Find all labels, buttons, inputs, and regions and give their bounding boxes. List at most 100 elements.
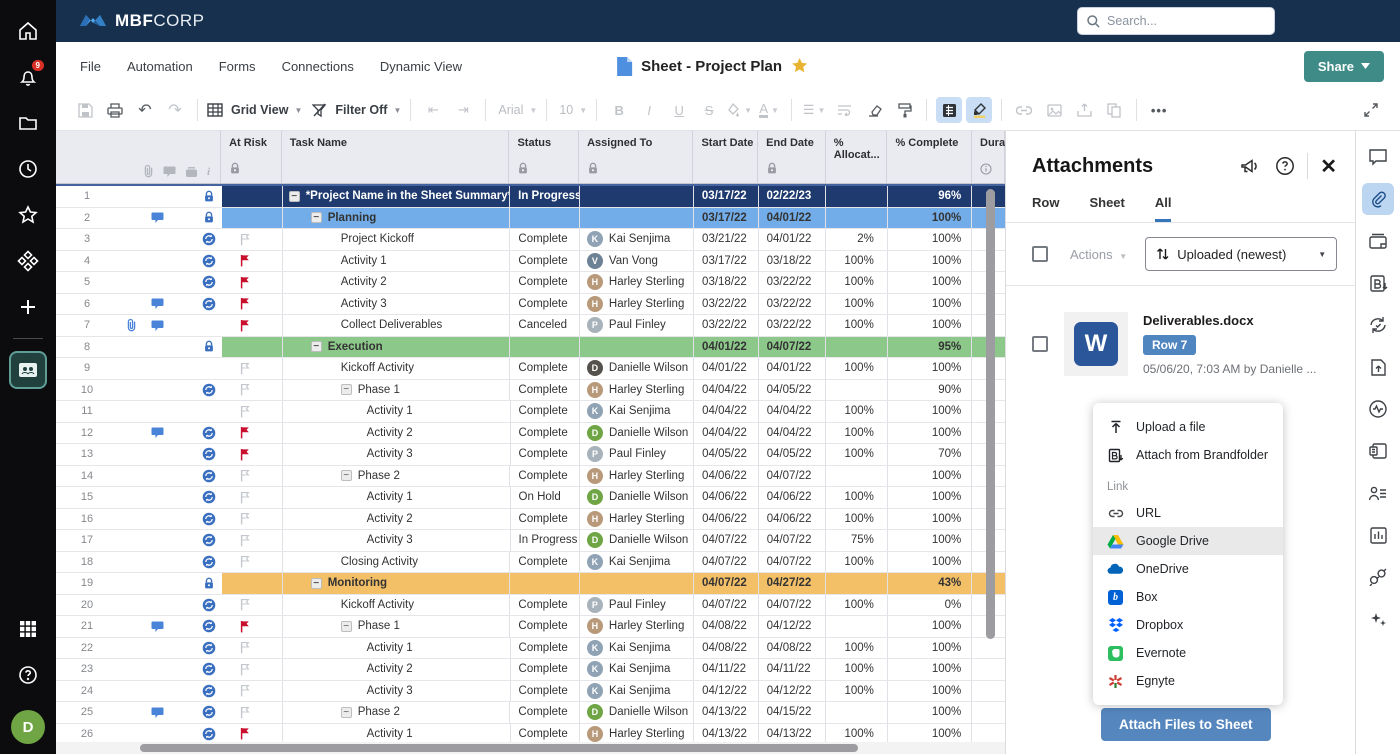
cell-end-date[interactable]: 04/01/22 [759, 208, 827, 229]
cell-percent-complete[interactable]: 100% [888, 509, 972, 530]
table-row[interactable]: 10 −Phase 1 Complete HHarley Sterling 04… [56, 380, 1005, 402]
row-number[interactable]: 15 [56, 491, 118, 503]
table-row[interactable]: 4 Activity 1 Complete VVan Vong 03/17/22… [56, 251, 1005, 273]
cell-task-name[interactable]: Activity 3 [283, 294, 511, 315]
row-number[interactable]: 8 [56, 341, 118, 353]
cell-task-name[interactable]: Activity 3 [283, 681, 511, 702]
home-icon[interactable] [0, 8, 56, 54]
table-row[interactable]: 9 Kickoff Activity Complete DDanielle Wi… [56, 358, 1005, 380]
cell-status[interactable]: In Progress [511, 530, 581, 551]
cell-duration[interactable] [972, 702, 1005, 723]
share-button[interactable]: Share [1304, 51, 1384, 82]
cell-assigned-to[interactable]: HHarley Sterling [580, 466, 694, 487]
cell-at-risk[interactable] [222, 573, 283, 594]
cell-percent-complete[interactable]: 100% [888, 702, 972, 723]
cell-percent-complete[interactable]: 90% [888, 380, 972, 401]
search-input[interactable] [1107, 14, 1257, 28]
save-button[interactable] [72, 97, 98, 123]
table-row[interactable]: 13 Activity 3 Complete PPaul Finley 04/0… [56, 444, 1005, 466]
cell-percent-complete[interactable]: 96% [888, 186, 972, 207]
cell-at-risk[interactable] [222, 401, 283, 422]
cell-start-date[interactable]: 04/01/22 [694, 337, 759, 358]
cell-assigned-to[interactable]: DDanielle Wilson [580, 530, 694, 551]
filter-button[interactable]: Filter Off▼ [312, 97, 401, 123]
menu-item-url[interactable]: URL [1093, 499, 1283, 527]
fill-color-button[interactable]: ▼ [726, 97, 752, 123]
cell-end-date[interactable]: 04/12/22 [759, 616, 827, 637]
font-size-select[interactable]: 10▼ [556, 97, 587, 123]
cell-task-name[interactable]: Activity 2 [283, 423, 511, 444]
cell-task-name[interactable]: Kickoff Activity [283, 358, 511, 379]
cell-percent-allocated[interactable]: 100% [826, 509, 888, 530]
cell-percent-allocated[interactable]: 100% [826, 659, 888, 680]
row-number[interactable]: 16 [56, 513, 118, 525]
row-number[interactable]: 4 [56, 255, 118, 267]
cell-at-risk[interactable] [222, 530, 283, 551]
row-number[interactable]: 14 [56, 470, 118, 482]
cell-task-name[interactable]: −Phase 1 [283, 616, 511, 637]
cell-end-date[interactable]: 04/01/22 [759, 358, 827, 379]
cell-end-date[interactable]: 03/22/22 [759, 294, 827, 315]
cell-status[interactable]: Complete [510, 380, 580, 401]
menu-item-dropbox[interactable]: Dropbox [1093, 611, 1283, 639]
ai-sparkles-icon[interactable] [1362, 603, 1394, 635]
cell-percent-allocated[interactable] [826, 337, 888, 358]
cell-status[interactable]: Complete [511, 638, 581, 659]
undo-button[interactable]: ↶ [132, 97, 158, 123]
proofs-icon[interactable] [1362, 225, 1394, 257]
table-row[interactable]: 15 Activity 1 On Hold DDanielle Wilson 0… [56, 487, 1005, 509]
cell-duration[interactable] [972, 659, 1005, 680]
column-header-at-risk[interactable]: At Risk [221, 131, 282, 183]
row-number[interactable]: 21 [56, 620, 118, 632]
attachment-list-item[interactable]: W Deliverables.docx Row 7 05/06/20, 7:03… [1006, 286, 1355, 376]
cell-start-date[interactable]: 04/01/22 [694, 358, 759, 379]
collapse-row-icon[interactable]: − [341, 621, 352, 632]
cell-at-risk[interactable] [222, 681, 283, 702]
cell-end-date[interactable]: 04/07/22 [759, 552, 827, 573]
tab-sheet[interactable]: Sheet [1089, 195, 1124, 222]
cell-at-risk[interactable] [222, 552, 283, 573]
cell-start-date[interactable]: 03/18/22 [694, 272, 759, 293]
cell-percent-allocated[interactable]: 100% [826, 681, 888, 702]
cell-percent-complete[interactable]: 100% [888, 487, 972, 508]
table-row[interactable]: 17 Activity 3 In Progress DDanielle Wils… [56, 530, 1005, 552]
row-number[interactable]: 7 [56, 319, 118, 331]
cell-at-risk[interactable] [222, 724, 283, 743]
cell-percent-allocated[interactable]: 100% [826, 423, 888, 444]
row-number[interactable]: 5 [56, 276, 118, 288]
cell-status[interactable]: On Hold [511, 487, 581, 508]
cell-start-date[interactable]: 04/07/22 [694, 595, 759, 616]
cell-percent-allocated[interactable] [826, 573, 888, 594]
cell-status[interactable]: Complete [510, 358, 580, 379]
cell-percent-allocated[interactable] [826, 380, 888, 401]
menu-item-onedrive[interactable]: OneDrive [1093, 555, 1283, 583]
cell-percent-allocated[interactable]: 100% [826, 444, 888, 465]
column-header--complete[interactable]: % Complete [887, 131, 972, 183]
cell-start-date[interactable]: 04/04/22 [694, 401, 759, 422]
clear-format-button[interactable] [861, 97, 887, 123]
cell-percent-complete[interactable]: 100% [888, 659, 972, 680]
mbfcorp-logo[interactable]: MBFCORP [78, 10, 204, 32]
table-row[interactable]: 25 −Phase 2 Complete DDanielle Wilson 04… [56, 702, 1005, 724]
cell-assigned-to[interactable]: HHarley Sterling [580, 616, 694, 637]
cell-assigned-to[interactable]: KKai Senjima [580, 552, 694, 573]
cell-status[interactable]: Complete [510, 466, 580, 487]
cell-assigned-to[interactable]: DDanielle Wilson [580, 487, 694, 508]
cell-percent-allocated[interactable]: 100% [826, 638, 888, 659]
conversations-icon[interactable] [1362, 141, 1394, 173]
row-number[interactable]: 24 [56, 685, 118, 697]
outdent-button[interactable]: ⇤ [420, 97, 446, 123]
recents-clock-icon[interactable] [0, 146, 56, 192]
cell-percent-allocated[interactable]: 100% [826, 315, 888, 336]
row-number[interactable]: 19 [56, 577, 118, 589]
cell-percent-complete[interactable]: 100% [888, 552, 972, 573]
collapse-row-icon[interactable]: − [311, 341, 322, 352]
cell-start-date[interactable]: 04/04/22 [694, 423, 759, 444]
cell-start-date[interactable]: 03/17/22 [694, 208, 759, 229]
publish-file-icon[interactable] [1362, 351, 1394, 383]
cell-assigned-to[interactable]: KKai Senjima [580, 638, 694, 659]
cell-start-date[interactable]: 04/06/22 [694, 487, 759, 508]
table-row[interactable]: 18 Closing Activity Complete KKai Senjim… [56, 552, 1005, 574]
cell-at-risk[interactable] [222, 294, 283, 315]
cell-percent-complete[interactable]: 100% [888, 272, 972, 293]
